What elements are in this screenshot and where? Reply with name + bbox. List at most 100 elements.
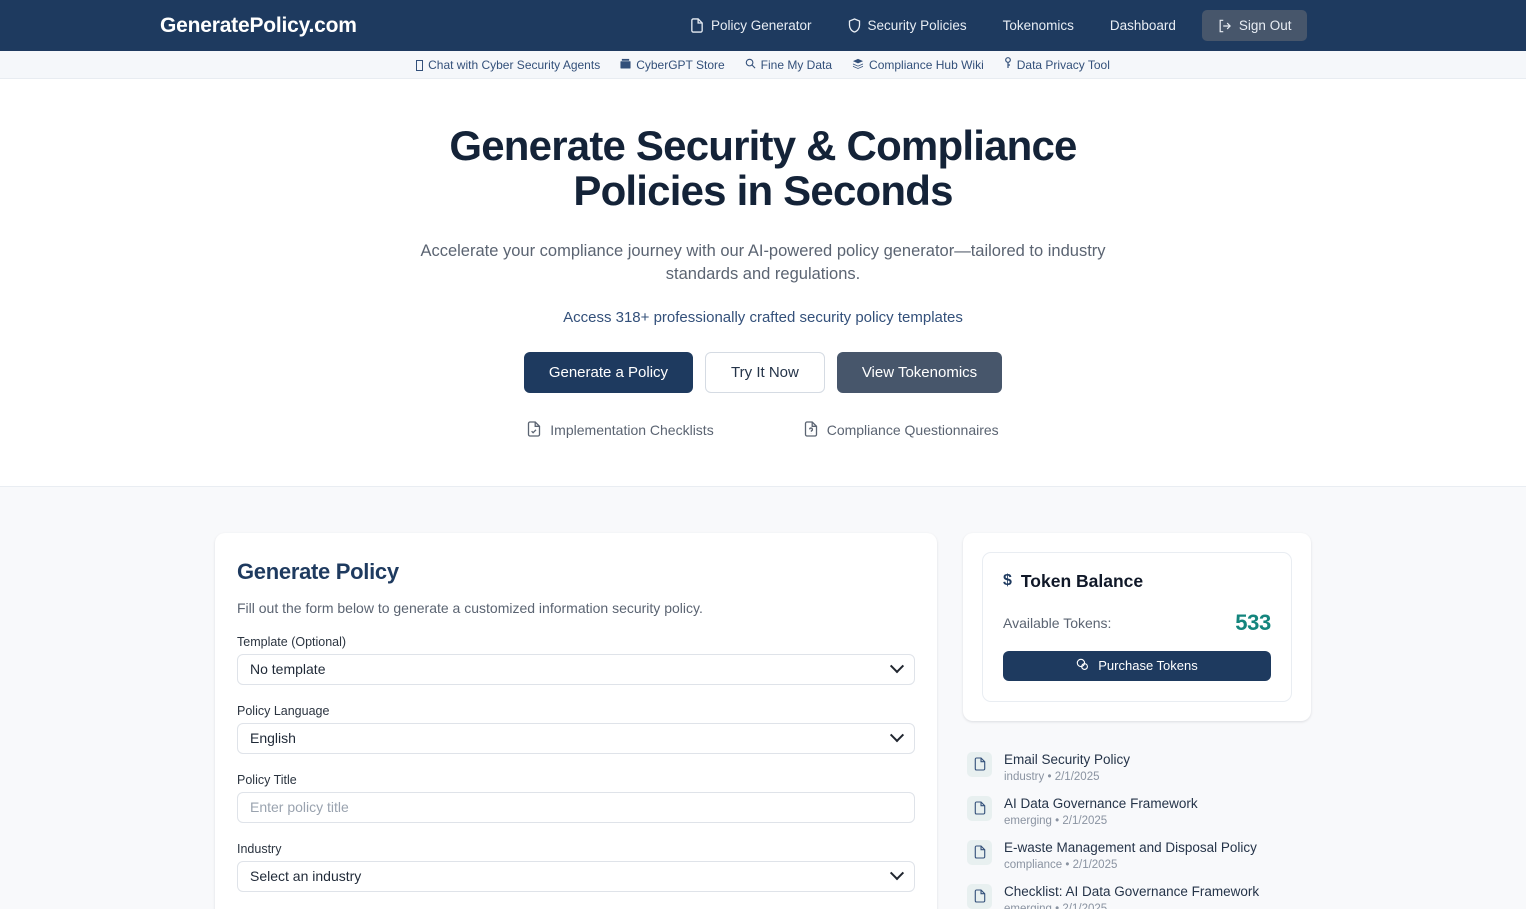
hero-button-group: Generate a Policy Try It Now View Tokeno… (0, 352, 1526, 393)
sign-out-label: Sign Out (1239, 18, 1292, 33)
document-question-icon (804, 421, 818, 440)
compliance-questionnaires-link[interactable]: Compliance Questionnaires (804, 421, 999, 440)
token-balance-title: Token Balance (1021, 571, 1143, 592)
field-policy-language: Policy Language English (237, 704, 915, 754)
nav-item-label: Policy Generator (711, 18, 812, 33)
form-description: Fill out the form below to generate a cu… (237, 600, 915, 616)
nav-item-label: Dashboard (1110, 18, 1176, 33)
chevron-down-icon (890, 866, 904, 880)
token-balance-row: Available Tokens: 533 (1003, 610, 1271, 636)
try-it-now-button[interactable]: Try It Now (705, 352, 825, 393)
policy-language-select[interactable]: English (237, 723, 915, 754)
field-industry: Industry Select an industry (237, 842, 915, 892)
template-select[interactable]: No template (237, 654, 915, 685)
coins-icon (1076, 658, 1089, 674)
nav-item-label: Security Policies (868, 18, 967, 33)
policy-name: E-waste Management and Disposal Policy (1004, 840, 1257, 855)
subnav-item-label: Compliance Hub Wiki (869, 58, 984, 72)
field-label: Industry (237, 842, 915, 856)
field-label: Policy Title (237, 773, 915, 787)
policy-meta-separator: • (1055, 903, 1059, 909)
main-content-area: Generate Policy Fill out the form below … (0, 487, 1526, 909)
policy-title-input[interactable]: Enter policy title (237, 792, 915, 823)
hero-link-label: Compliance Questionnaires (827, 422, 999, 438)
nav-item-security-policies[interactable]: Security Policies (830, 11, 985, 40)
sign-out-button[interactable]: Sign Out (1202, 10, 1308, 41)
token-balance-card: $ Token Balance Available Tokens: 533 (982, 552, 1292, 702)
available-tokens-label: Available Tokens: (1003, 615, 1111, 631)
token-balance-panel: $ Token Balance Available Tokens: 533 (963, 533, 1311, 721)
generate-a-policy-button[interactable]: Generate a Policy (524, 352, 693, 393)
industry-select[interactable]: Select an industry (237, 861, 915, 892)
policy-meta-separator: • (1065, 859, 1069, 871)
policy-category: emerging (1004, 815, 1052, 827)
recent-policies-list: Email Security Policy industry • 2/1/202… (963, 745, 1311, 909)
policy-date: 2/1/2025 (1062, 903, 1107, 909)
document-icon (967, 884, 992, 909)
subnav-item-chat-agents[interactable]: Chat with Cyber Security Agents (416, 58, 600, 72)
policy-name: AI Data Governance Framework (1004, 796, 1198, 811)
subnav-item-cybergpt-store[interactable]: CyberGPT Store (620, 58, 724, 72)
policy-language-select-value: English (250, 730, 296, 746)
token-balance-header: $ Token Balance (1003, 571, 1271, 592)
dollar-icon: $ (1003, 572, 1012, 590)
list-item[interactable]: AI Data Governance Framework emerging • … (963, 789, 1311, 833)
field-label: Template (Optional) (237, 635, 915, 649)
policy-name: Email Security Policy (1004, 752, 1130, 767)
primary-nav-links: Policy Generator Security Policies Token… (672, 0, 1307, 51)
view-tokenomics-button[interactable]: View Tokenomics (837, 352, 1002, 393)
page-title: Generate Security & Compliance Policies … (393, 123, 1133, 214)
policy-category: compliance (1004, 859, 1062, 871)
list-item[interactable]: E-waste Management and Disposal Policy c… (963, 833, 1311, 877)
subnav-item-label: Data Privacy Tool (1017, 58, 1110, 72)
document-icon (967, 796, 992, 821)
search-icon (745, 58, 756, 72)
purchase-tokens-label: Purchase Tokens (1098, 658, 1198, 673)
hero-secondary-links: Implementation Checklists Compliance Que… (0, 421, 1526, 440)
generate-policy-card: Generate Policy Fill out the form below … (215, 533, 937, 909)
sidebar-column: $ Token Balance Available Tokens: 533 (963, 533, 1311, 909)
nav-item-dashboard[interactable]: Dashboard (1092, 11, 1194, 40)
subnav-item-label: CyberGPT Store (636, 58, 724, 72)
field-policy-title: Policy Title Enter policy title (237, 773, 915, 823)
hero-template-count: Access 318+ professionally crafted secur… (0, 309, 1526, 326)
hero-link-label: Implementation Checklists (550, 422, 713, 438)
subnav-item-data-privacy-tool[interactable]: Data Privacy Tool (1004, 57, 1110, 72)
hero-section: Generate Security & Compliance Policies … (0, 79, 1526, 487)
purchase-tokens-button[interactable]: Purchase Tokens (1003, 651, 1271, 681)
policy-name: Checklist: AI Data Governance Framework (1004, 884, 1259, 899)
template-select-value: No template (250, 661, 325, 677)
sign-out-icon (1218, 19, 1232, 33)
secondary-navigation-bar: Chat with Cyber Security Agents CyberGPT… (0, 51, 1526, 79)
policy-category: emerging (1004, 903, 1052, 909)
policy-meta-separator: • (1055, 815, 1059, 827)
store-icon (620, 58, 631, 72)
nav-item-policy-generator[interactable]: Policy Generator (672, 11, 830, 40)
implementation-checklists-link[interactable]: Implementation Checklists (527, 421, 713, 440)
hero-subtitle: Accelerate your compliance journey with … (410, 240, 1116, 287)
policy-date: 2/1/2025 (1055, 771, 1100, 783)
field-label: Policy Language (237, 704, 915, 718)
policy-date: 2/1/2025 (1062, 815, 1107, 827)
list-item[interactable]: Checklist: AI Data Governance Framework … (963, 877, 1311, 909)
industry-select-value: Select an industry (250, 868, 361, 884)
document-check-icon (527, 421, 541, 440)
list-item[interactable]: Email Security Policy industry • 2/1/202… (963, 745, 1311, 789)
nav-item-tokenomics[interactable]: Tokenomics (985, 11, 1092, 40)
chevron-down-icon (890, 659, 904, 673)
site-logo[interactable]: GeneratePolicy.com (160, 14, 357, 38)
document-icon (967, 752, 992, 777)
document-icon (690, 18, 704, 33)
books-icon (852, 58, 864, 72)
key-icon (1004, 57, 1012, 72)
top-navigation-bar: GeneratePolicy.com Policy Generator Secu… (0, 0, 1526, 51)
subnav-item-label: Chat with Cyber Security Agents (428, 58, 600, 72)
policy-meta-separator: • (1047, 771, 1051, 783)
subnav-item-fine-my-data[interactable]: Fine My Data (745, 58, 832, 72)
subnav-item-compliance-hub-wiki[interactable]: Compliance Hub Wiki (852, 58, 984, 72)
subnav-item-label: Fine My Data (761, 58, 832, 72)
chevron-down-icon (890, 728, 904, 742)
field-template: Template (Optional) No template (237, 635, 915, 685)
shield-icon (848, 18, 861, 33)
policy-title-placeholder: Enter policy title (250, 799, 349, 815)
